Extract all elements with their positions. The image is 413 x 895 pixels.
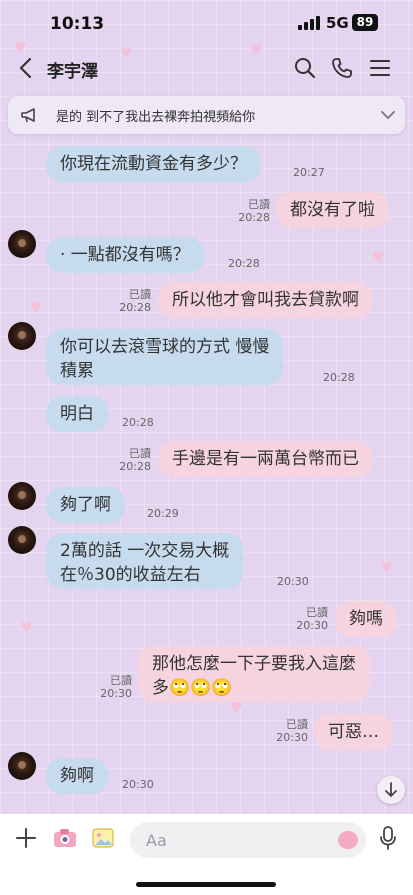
background-heart-icon: ♥ <box>230 700 243 716</box>
message-input-bar: Aa <box>0 814 413 895</box>
scroll-to-bottom-button[interactable] <box>377 776 405 804</box>
plus-icon[interactable] <box>14 826 38 850</box>
message-line: 2萬的話 一次交易大概 <box>60 541 230 561</box>
avatar[interactable] <box>8 230 36 258</box>
read-receipt: 已讀 <box>248 198 270 211</box>
background-heart-icon: ♥ <box>30 300 43 316</box>
message-bubble-outgoing[interactable]: 手邊是有一兩萬台幣而已 <box>158 441 373 477</box>
read-receipt: 已讀 <box>306 606 328 619</box>
message-line: 你可以去滾雪球的方式 慢慢 <box>60 337 270 357</box>
message-time: 20:27 <box>293 166 325 179</box>
read-receipt: 已讀 <box>129 288 151 301</box>
message-bubble-incoming[interactable]: 你現在流動資金有多少？ <box>46 146 261 182</box>
announcement-text: 是的 到不了我出去裸奔拍視頻給你 <box>56 110 256 125</box>
message-input[interactable]: Aa <box>130 822 366 858</box>
message-bubble-incoming[interactable]: 夠啊 <box>46 758 108 794</box>
microphone-icon[interactable] <box>378 825 398 851</box>
background-heart-icon: ♥ <box>372 250 385 266</box>
chevron-down-icon[interactable] <box>380 108 396 122</box>
message-bubble-outgoing[interactable]: 可惡… <box>314 714 393 750</box>
message-line: 多🙄🙄🙄 <box>152 678 233 698</box>
message-line: 在％30的收益左右 <box>60 565 201 585</box>
image-icon[interactable] <box>91 826 115 850</box>
battery-indicator: 89 <box>352 14 378 31</box>
message-time: 20:28 <box>119 460 151 473</box>
message-line: 那他怎麼一下子要我入這麼 <box>152 654 356 674</box>
message-time: 20:28 <box>119 301 151 314</box>
message-time: 20:30 <box>277 575 309 588</box>
message-time: 20:28 <box>122 416 154 429</box>
message-bubble-incoming[interactable]: 你可以去滾雪球的方式 慢慢 積累 <box>46 329 284 385</box>
message-time: 20:28 <box>238 211 270 224</box>
message-bubble-incoming[interactable]: 明白 <box>46 396 108 432</box>
avatar[interactable] <box>8 322 36 350</box>
message-time: 20:30 <box>122 778 154 791</box>
home-indicator <box>136 882 276 887</box>
network-label: 5G <box>326 14 349 32</box>
message-time: 20:30 <box>276 731 308 744</box>
status-time: 10:13 <box>50 14 105 34</box>
message-bubble-incoming[interactable]: 2萬的話 一次交易大概 在％30的收益左右 <box>46 533 244 589</box>
message-input-placeholder: Aa <box>146 831 167 850</box>
phone-icon[interactable] <box>330 56 354 80</box>
message-bubble-incoming[interactable]: · 一點都沒有嗎？ <box>46 237 204 273</box>
message-bubble-outgoing[interactable]: 夠嗎 <box>335 601 397 637</box>
read-receipt: 已讀 <box>129 447 151 460</box>
status-bar: 10:13 5G 89 <box>0 0 413 46</box>
message-time: 20:29 <box>147 507 179 520</box>
search-icon[interactable] <box>293 56 317 80</box>
pinned-announcement[interactable]: 是的 到不了我出去裸奔拍視頻給你 <box>8 96 405 134</box>
message-bubble-outgoing[interactable]: 都沒有了啦 <box>276 192 389 228</box>
read-receipt: 已讀 <box>286 718 308 731</box>
menu-icon[interactable] <box>368 56 392 80</box>
background-heart-icon: ♥ <box>380 560 393 576</box>
message-line: 積累 <box>60 361 94 381</box>
message-time: 20:28 <box>323 371 355 384</box>
message-bubble-incoming[interactable]: 夠了啊 <box>46 487 125 523</box>
read-receipt: 已讀 <box>110 674 132 687</box>
megaphone-icon <box>21 108 35 123</box>
background-heart-icon: ♥ <box>20 620 33 636</box>
avatar[interactable] <box>8 526 36 554</box>
message-time: 20:28 <box>228 257 260 270</box>
message-time: 20:30 <box>100 687 132 700</box>
message-bubble-outgoing[interactable]: 那他怎麼一下子要我入這麼 多🙄🙄🙄 <box>138 646 370 702</box>
arrow-down-icon <box>385 782 397 797</box>
message-time: 20:30 <box>296 619 328 632</box>
sticker-icon[interactable] <box>338 831 358 849</box>
message-bubble-outgoing[interactable]: 所以他才會叫我去貸款啊 <box>158 282 373 318</box>
avatar[interactable] <box>8 752 36 780</box>
avatar[interactable] <box>8 482 36 510</box>
chat-title: 李宇澤 <box>47 62 98 82</box>
chat-header: 李宇澤 <box>0 46 413 90</box>
back-arrow-icon[interactable] <box>14 54 38 82</box>
signal-icon <box>298 16 320 30</box>
camera-icon[interactable] <box>52 826 78 850</box>
